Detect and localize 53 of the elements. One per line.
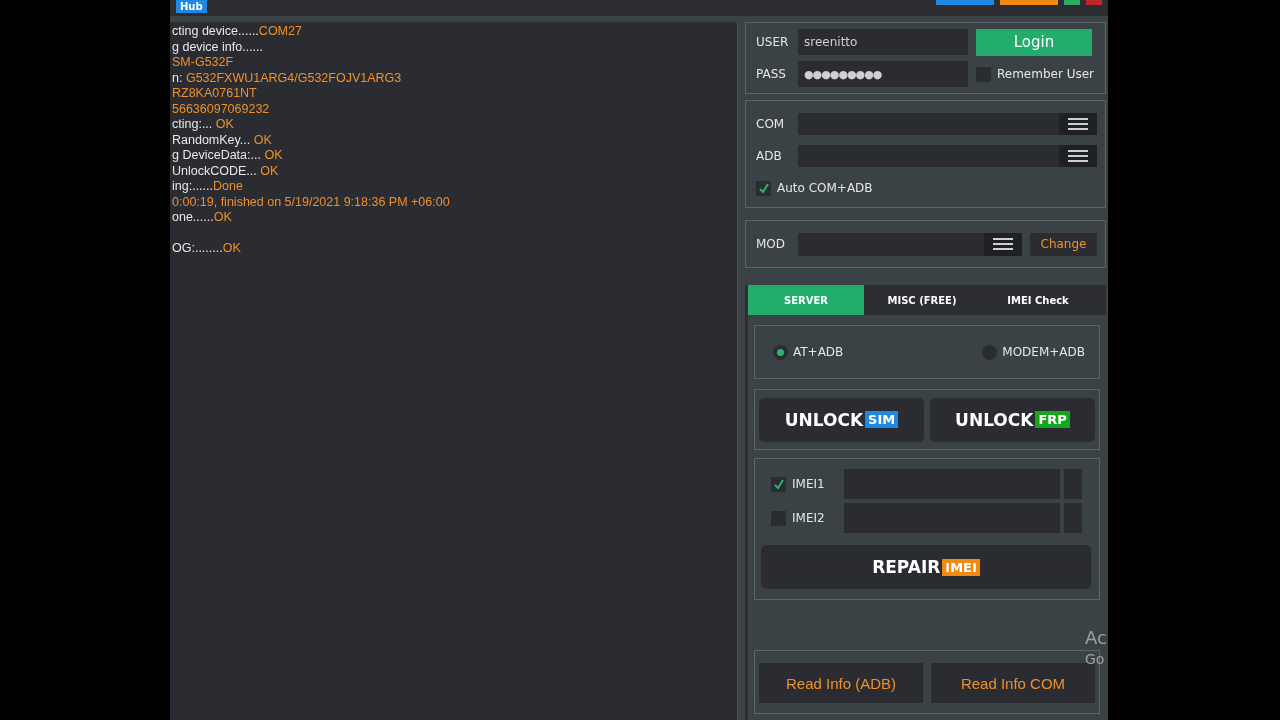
maximize-button[interactable]: [1064, 0, 1080, 5]
toolbar-button[interactable]: [1000, 0, 1058, 5]
mod-field[interactable]: [798, 232, 984, 256]
auto-checkbox[interactable]: [756, 180, 771, 196]
toolbar-button[interactable]: [936, 0, 994, 5]
repair-button[interactable]: REPAIR IMEI: [761, 545, 1091, 589]
close-button[interactable]: [1086, 0, 1102, 5]
menu-icon[interactable]: [1059, 113, 1097, 135]
menu-icon[interactable]: [1059, 145, 1097, 167]
log-line: cting device......COM27: [172, 24, 303, 40]
log-line: g DeviceData:... OK: [172, 148, 284, 164]
log-line: n: G532FXWU1ARG4/G532FOJV1ARG3: [172, 70, 403, 86]
tab[interactable]: MISC (FREE): [864, 285, 980, 315]
activation-notice: Ac: [1085, 626, 1107, 650]
read-info-button[interactable]: Read Info COM: [931, 663, 1095, 703]
user-label: USER: [756, 35, 790, 49]
app-badge: Hub: [176, 0, 207, 13]
adb-field[interactable]: [798, 145, 1059, 167]
change-button[interactable]: Change: [1030, 232, 1097, 256]
pass-label: PASS: [756, 67, 787, 81]
menu-icon[interactable]: [984, 232, 1022, 256]
badge: SIM: [865, 411, 899, 428]
radio-label: AT+ADB: [793, 345, 844, 359]
unlock-button[interactable]: UNLOCK FRP: [930, 397, 1095, 442]
log-line: g device info......: [172, 39, 265, 55]
read-info-button[interactable]: Read Info (ADB): [759, 663, 923, 703]
log-line: 56636097069232: [172, 101, 271, 117]
adb-label: ADB: [756, 149, 783, 163]
badge: FRP: [1035, 411, 1070, 428]
com-label: COM: [756, 117, 786, 131]
log-line: one......OK: [172, 210, 233, 226]
log-line: RandomKey... OK: [172, 132, 273, 148]
user-field[interactable]: sreenitto: [798, 29, 968, 55]
tab[interactable]: IMEI Check: [980, 285, 1096, 315]
log-line: cting:... OK: [172, 117, 235, 133]
log-line: 0:00:19, finished on 5/19/2021 9:18:36 PM +06:00: [172, 194, 451, 210]
log-line: SM-G532F: [172, 55, 235, 71]
com-field[interactable]: [798, 113, 1059, 135]
remember-label: Remember User: [997, 67, 1095, 81]
log-line: ing:......Done: [172, 179, 244, 195]
radio-button[interactable]: [773, 344, 788, 360]
badge: IMEI: [942, 558, 980, 576]
log-line: OG:........OK: [172, 241, 242, 257]
unlock-button[interactable]: UNLOCK SIM: [759, 397, 924, 442]
log-line: RZ8KA0761NT: [172, 86, 258, 102]
password-field[interactable]: ●●●●●●●●●: [798, 61, 968, 87]
imei-checkbox[interactable]: [771, 476, 786, 492]
imei-label: IMEI2: [792, 511, 826, 525]
log-line: UnlockCODE... OK: [172, 163, 280, 179]
imei-label: IMEI1: [792, 477, 826, 491]
radio-label: MODEM+ADB: [1002, 345, 1085, 359]
mod-label: MOD: [756, 237, 787, 251]
auto-label: Auto COM+ADB: [777, 181, 873, 195]
